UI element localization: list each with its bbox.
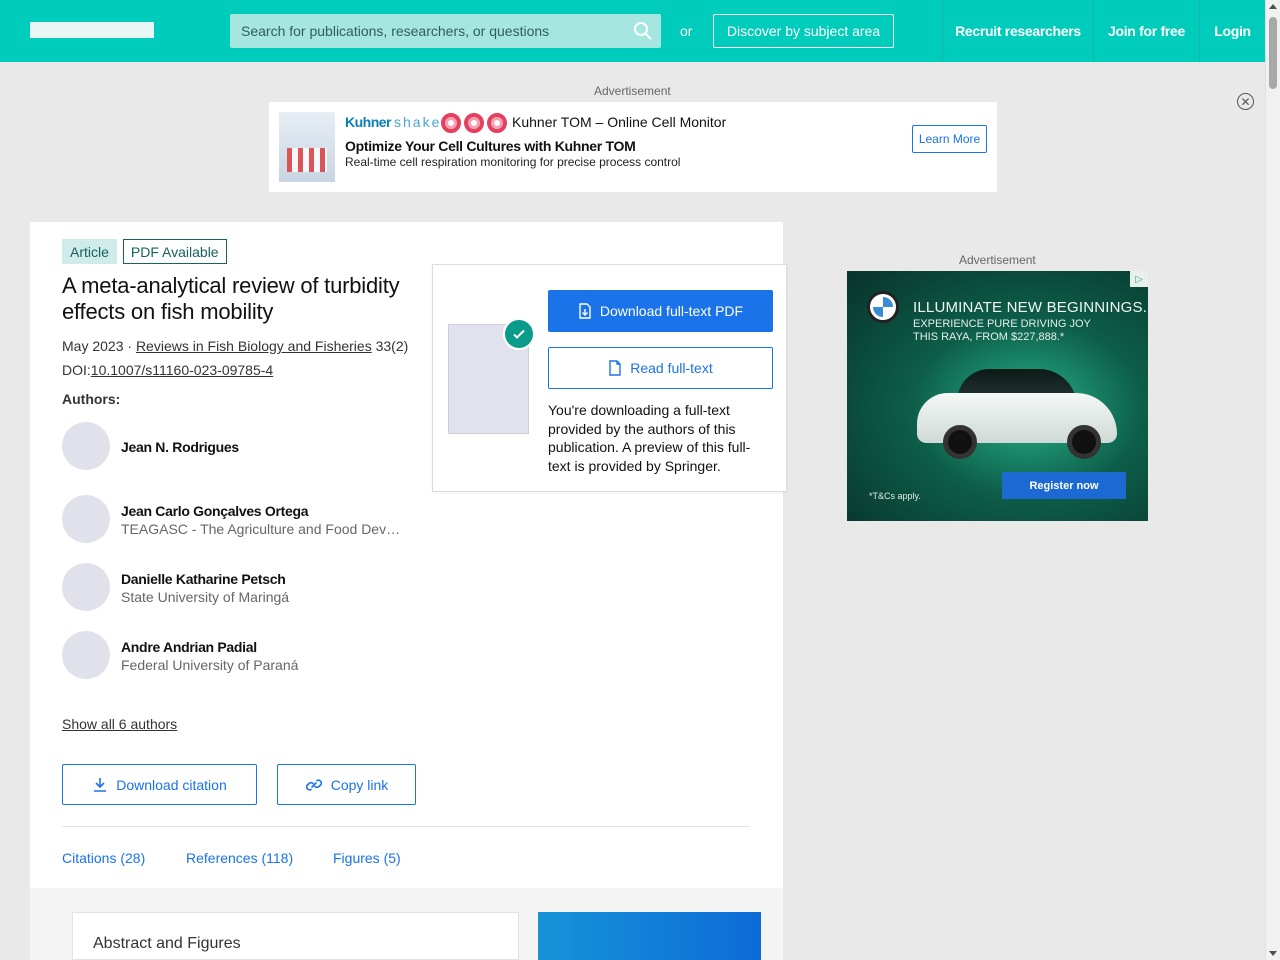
- page-scrollbar[interactable]: [1265, 0, 1280, 960]
- checkmark-icon: [503, 318, 535, 350]
- close-ad-icon[interactable]: ✕: [1237, 93, 1254, 110]
- scroll-up-arrow[interactable]: [1269, 4, 1277, 9]
- register-now-button[interactable]: Register now: [1002, 472, 1126, 499]
- download-citation-label: Download citation: [116, 776, 227, 793]
- car-image: [917, 363, 1117, 459]
- site-logo[interactable]: [30, 22, 154, 38]
- discover-by-subject-button[interactable]: Discover by subject area: [713, 14, 894, 48]
- publication-date: May 2023 ·: [62, 338, 136, 354]
- download-popover: Download full-text PDF Read full-text Yo…: [432, 264, 787, 492]
- adchoices-icon[interactable]: ▷: [1130, 271, 1148, 287]
- author-item[interactable]: Jean N. Rodrigues: [62, 422, 422, 470]
- abstract-card: Abstract and Figures: [72, 912, 519, 960]
- ad-side-line2: EXPERIENCE PURE DRIVING JOY: [913, 318, 1091, 330]
- ad-subtext: Real-time cell respiration monitoring fo…: [345, 155, 681, 169]
- document-icon: [609, 360, 621, 376]
- publication-badges: Article PDF Available: [62, 239, 227, 264]
- section-divider: [62, 826, 750, 827]
- abstract-heading: Abstract and Figures: [93, 935, 241, 952]
- search-icon[interactable]: [633, 21, 653, 41]
- ad-learn-more-button[interactable]: Learn More: [912, 125, 987, 153]
- read-full-text-button[interactable]: Read full-text: [548, 347, 773, 389]
- ad-brand: Kuhner shaker: [345, 114, 449, 130]
- author-affiliation: Federal University of Paraná: [121, 657, 299, 673]
- journal-volume: 33(2): [371, 338, 409, 354]
- search-box: [230, 14, 661, 48]
- scrollbar-thumb[interactable]: [1269, 17, 1277, 89]
- download-note: You're downloading a full-text provided …: [548, 402, 751, 474]
- ad-side-headline: ILLUMINATE NEW BEGINNINGS.: [913, 299, 1148, 316]
- download-icon: [94, 777, 107, 792]
- avatar[interactable]: [62, 495, 110, 543]
- copy-link-label: Copy link: [330, 776, 389, 793]
- or-separator: or: [680, 23, 693, 39]
- author-affiliation: TEAGASC - The Agriculture and Food Dev…: [121, 521, 401, 537]
- search-input[interactable]: [230, 14, 661, 48]
- read-full-text-label: Read full-text: [630, 360, 713, 376]
- author-name[interactable]: Andre Andrian Padial: [121, 639, 257, 655]
- scroll-down-arrow[interactable]: [1269, 951, 1277, 956]
- author-item[interactable]: Danielle Katharine Petsch State Universi…: [62, 563, 422, 611]
- top-navigation-bar: or Discover by subject area Recruit rese…: [0, 0, 1265, 62]
- ad-product-image: [279, 112, 335, 182]
- article-badge: Article: [62, 239, 117, 264]
- author-name[interactable]: Danielle Katharine Petsch: [121, 571, 286, 587]
- avatar[interactable]: [62, 563, 110, 611]
- ad-product-name: Kuhner TOM – Online Cell Monitor: [512, 114, 727, 130]
- pdf-download-icon: [579, 303, 591, 319]
- download-pdf-label: Download full-text PDF: [599, 303, 744, 319]
- ad-label-top: Advertisement: [594, 84, 671, 98]
- download-citation-button[interactable]: Download citation: [62, 764, 257, 805]
- author-name[interactable]: Jean N. Rodrigues: [121, 439, 239, 455]
- journal-link[interactable]: Reviews in Fish Biology and Fisheries: [136, 338, 372, 354]
- publication-meta: May 2023 · Reviews in Fish Biology and F…: [62, 338, 408, 354]
- tab-figures[interactable]: Figures (5): [333, 850, 401, 866]
- tab-references[interactable]: References (118): [186, 850, 293, 866]
- show-all-authors-link[interactable]: Show all 6 authors: [62, 716, 177, 732]
- copy-link-button[interactable]: Copy link: [277, 764, 416, 805]
- doi-link[interactable]: 10.1007/s11160-023-09785-4: [91, 362, 273, 378]
- ad-label-side: Advertisement: [959, 253, 1036, 267]
- side-banner-ad[interactable]: ▷ ILLUMINATE NEW BEGINNINGS. EXPERIENCE …: [847, 271, 1148, 521]
- avatar[interactable]: [62, 422, 110, 470]
- author-affiliation: State University of Maringá: [121, 589, 290, 605]
- publication-title: A meta-analytical review of turbidity ef…: [62, 273, 400, 324]
- link-icon: [305, 778, 322, 791]
- author-item[interactable]: Jean Carlo Gonçalves Ortega TEAGASC - Th…: [62, 495, 422, 543]
- ad-side-line3: THIS RAYA, FROM $227,888.*: [913, 331, 1065, 343]
- login-link[interactable]: Login: [1199, 0, 1265, 62]
- ad-headline: Optimize Your Cell Cultures with Kuhner …: [345, 138, 636, 154]
- bmw-logo-icon: [867, 291, 899, 323]
- pdf-available-badge: PDF Available: [122, 239, 227, 264]
- ad-rings-logo: [441, 113, 507, 133]
- top-banner-ad[interactable]: Kuhner shaker Kuhner TOM – Online Cell Mo…: [269, 102, 997, 192]
- author-name[interactable]: Jean Carlo Gonçalves Ortega: [121, 503, 309, 519]
- doi-line: DOI:10.1007/s11160-023-09785-4: [62, 362, 273, 378]
- author-item[interactable]: Andre Andrian Padial Federal University …: [62, 631, 422, 679]
- recruit-researchers-link[interactable]: Recruit researchers: [942, 0, 1093, 62]
- promo-panel[interactable]: [538, 912, 761, 960]
- authors-heading: Authors:: [62, 391, 121, 407]
- download-full-text-pdf-button[interactable]: Download full-text PDF: [548, 290, 773, 332]
- avatar[interactable]: [62, 631, 110, 679]
- tab-citations[interactable]: Citations (28): [62, 850, 145, 866]
- join-for-free-link[interactable]: Join for free: [1093, 0, 1199, 62]
- ad-terms: *T&Cs apply.: [869, 491, 921, 501]
- doi-label: DOI:: [62, 362, 91, 378]
